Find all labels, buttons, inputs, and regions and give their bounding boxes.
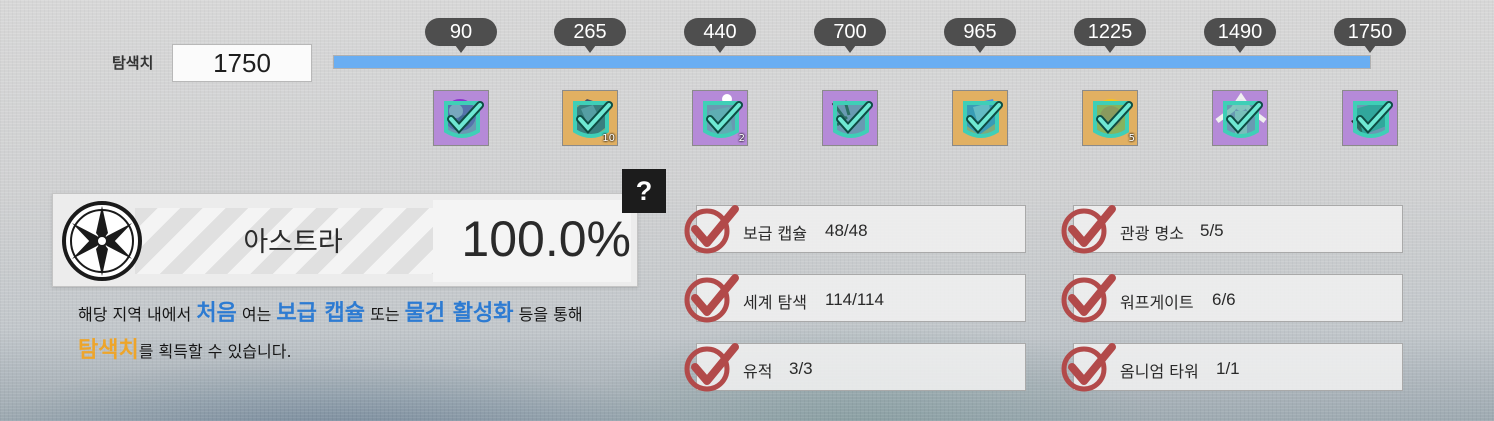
stat-label: 워프게이트 <box>1120 293 1194 312</box>
stat-world-exploration: 세계 탐색 114/114 <box>684 274 1026 323</box>
claimed-check-icon <box>963 101 1003 138</box>
stat-omnium-tower: 옴니엄 타워 1/1 <box>1061 343 1403 392</box>
desc-highlight: 물건 활성화 <box>404 301 514 326</box>
milestone-reward[interactable] <box>1212 90 1268 146</box>
desc-highlight: 처음 <box>196 301 237 326</box>
stat-ruins: 유적 3/3 <box>684 343 1026 392</box>
reward-quantity: 2 <box>738 133 745 144</box>
milestone-value: 265 <box>554 18 626 53</box>
milestone-reward[interactable] <box>952 90 1008 146</box>
milestone-reward[interactable]: 2 <box>692 90 748 146</box>
complete-check-icon <box>1061 205 1116 254</box>
region-exploration-percent: 100.0% <box>461 211 631 267</box>
complete-check-icon <box>1061 274 1116 323</box>
desc-text: 해당 지역 내에서 <box>78 305 197 324</box>
milestone-value: 1225 <box>1074 18 1146 53</box>
stat-label: 관광 명소 <box>1120 224 1184 243</box>
milestone-reward[interactable]: 5 <box>1082 90 1138 146</box>
milestone-reward[interactable] <box>433 90 489 146</box>
reward-quantity: 10 <box>602 133 615 144</box>
complete-check-icon <box>1061 343 1116 392</box>
compass-star-emblem-icon <box>61 200 143 282</box>
region-panel: 아스트라 100.0% <box>52 193 638 287</box>
reward-quantity: 5 <box>1128 133 1135 144</box>
stat-count: 48/48 <box>825 221 868 240</box>
milestone-reward[interactable] <box>822 90 878 146</box>
region-name: 아스트라 <box>243 227 343 258</box>
stat-warpgate: 워프게이트 6/6 <box>1061 274 1403 323</box>
help-button[interactable]: ? <box>622 169 666 213</box>
milestone-value: 1490 <box>1204 18 1276 53</box>
stat-count: 3/3 <box>789 359 813 378</box>
stat-tourist-spot: 관광 명소 5/5 <box>1061 205 1403 254</box>
claimed-check-icon <box>1093 101 1133 138</box>
desc-highlight: 탐색치 <box>78 338 139 363</box>
claimed-check-icon <box>1223 101 1263 138</box>
complete-check-icon <box>684 343 739 392</box>
exploration-progress-fill <box>334 56 1370 68</box>
desc-text: 등을 통해 <box>513 305 583 324</box>
milestone-value: 440 <box>684 18 756 53</box>
complete-check-icon <box>684 274 739 323</box>
exploration-label: 탐색치 <box>112 54 154 72</box>
milestone-value: 965 <box>944 18 1016 53</box>
complete-check-icon <box>684 205 739 254</box>
milestone-value: 90 <box>425 18 497 53</box>
desc-text: 를 획득할 수 있습니다. <box>138 342 292 361</box>
claimed-check-icon <box>444 101 484 138</box>
stat-count: 5/5 <box>1200 221 1224 240</box>
desc-text: 또는 <box>365 305 405 324</box>
milestone-value: 1750 <box>1334 18 1406 53</box>
desc-highlight: 보급 캡슐 <box>276 301 366 326</box>
stat-count: 114/114 <box>825 290 884 309</box>
stat-supply-capsule: 보급 캡슐 48/48 <box>684 205 1026 254</box>
exploration-value: 1750 <box>172 44 312 82</box>
stat-count: 6/6 <box>1212 290 1236 309</box>
stat-label: 옴니엄 타워 <box>1120 362 1199 381</box>
stat-count: 1/1 <box>1216 359 1240 378</box>
stat-label: 세계 탐색 <box>743 293 807 312</box>
exploration-description: 해당 지역 내에서 처음 여는 보급 캡슐 또는 물건 활성화 등을 통해 탐색… <box>78 296 648 370</box>
milestone-reward[interactable]: 10 <box>562 90 618 146</box>
exploration-progress-bar <box>333 55 1371 69</box>
claimed-check-icon <box>1353 101 1393 138</box>
desc-text: 여는 <box>236 305 277 324</box>
milestone-reward[interactable] <box>1342 90 1398 146</box>
stat-label: 보급 캡슐 <box>743 224 807 243</box>
milestone-value: 700 <box>814 18 886 53</box>
claimed-check-icon <box>833 101 873 138</box>
claimed-check-icon <box>703 101 743 138</box>
stat-label: 유적 <box>743 362 773 381</box>
